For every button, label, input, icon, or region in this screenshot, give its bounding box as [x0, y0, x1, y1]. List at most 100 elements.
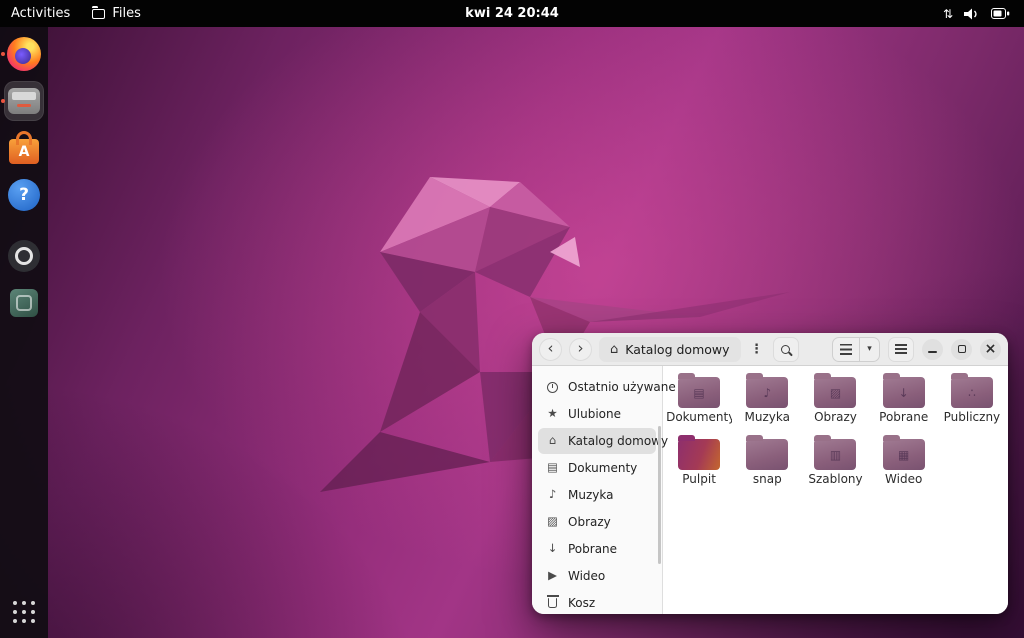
folder-label: Muzyka — [745, 411, 790, 424]
sidebar-item-label: Kosz — [568, 596, 595, 610]
back-button[interactable]: ‹ — [539, 338, 562, 361]
folder-label: snap — [753, 473, 782, 486]
appmenu-files[interactable]: Files — [81, 0, 152, 27]
star-icon: ★ — [546, 408, 559, 420]
view-toggle: ▾ — [832, 337, 880, 362]
folder-publiczny[interactable]: ∴ Publiczny — [939, 377, 1005, 432]
templates-emblem-icon: ▥ — [814, 439, 856, 470]
desktop: Activities Files kwi 24 20:44 ⇅ — [0, 0, 1024, 638]
sidebar-scrollbar[interactable] — [658, 426, 661, 564]
dock-item-utility[interactable] — [4, 283, 44, 323]
appmenu-label: Files — [112, 6, 141, 21]
downloads-icon: ↓ — [546, 543, 559, 555]
images-emblem-icon: ▨ — [814, 377, 856, 408]
sidebar-item-music[interactable]: ♪ Muzyka — [538, 482, 656, 508]
window-body: Ostatnio używane ★ Ulubione ⌂ Katalog do… — [532, 366, 1008, 614]
sidebar-item-recent[interactable]: Ostatnio używane — [538, 374, 656, 400]
sidebar: Ostatnio używane ★ Ulubione ⌂ Katalog do… — [532, 366, 663, 614]
location-options-button[interactable]: ⋮ — [748, 337, 766, 362]
folder-muzyka[interactable]: ♪ Muzyka — [734, 377, 800, 432]
folder-icon: ↓ — [883, 377, 925, 408]
dock-item-files[interactable] — [4, 81, 44, 121]
folder-icon: ▦ — [883, 439, 925, 470]
home-icon: ⌂ — [610, 343, 618, 356]
folder-icon — [678, 439, 720, 470]
list-view-icon — [840, 344, 852, 355]
forward-button[interactable]: › — [569, 338, 592, 361]
video-icon: ▶ — [546, 570, 559, 582]
sidebar-item-documents[interactable]: ▤ Dokumenty — [538, 455, 656, 481]
files-icon — [8, 88, 40, 114]
path-bar[interactable]: ⌂ Katalog domowy — [599, 337, 741, 362]
activities-button[interactable]: Activities — [0, 0, 81, 27]
sidebar-item-pictures[interactable]: ▨ Obrazy — [538, 509, 656, 535]
folder-szablony[interactable]: ▥ Szablony — [802, 439, 868, 494]
dock-item-disc-player[interactable] — [4, 236, 44, 276]
menu-button[interactable] — [888, 337, 914, 362]
sidebar-item-label: Ostatnio używane — [568, 380, 676, 394]
sidebar-item-starred[interactable]: ★ Ulubione — [538, 401, 656, 427]
running-indicator — [1, 99, 5, 103]
utility-app-icon — [10, 289, 38, 317]
share-emblem-icon: ∴ — [951, 377, 993, 408]
film-emblem-icon: ▦ — [883, 439, 925, 470]
view-options-dropdown[interactable]: ▾ — [860, 338, 879, 361]
network-icon: ⇅ — [943, 8, 953, 20]
minimize-icon — [928, 351, 937, 353]
music-emblem-icon: ♪ — [746, 377, 788, 408]
system-tray[interactable]: ⇅ — [935, 0, 1018, 27]
folder-label: Szablony — [808, 473, 862, 486]
sidebar-item-downloads[interactable]: ↓ Pobrane — [538, 536, 656, 562]
running-indicator — [1, 52, 5, 56]
music-icon: ♪ — [546, 489, 559, 501]
folder-icon — [746, 439, 788, 470]
folder-label: Wideo — [885, 473, 922, 486]
sidebar-item-videos[interactable]: ▶ Wideo — [538, 563, 656, 589]
folder-pobrane[interactable]: ↓ Pobrane — [871, 377, 937, 432]
current-location-label: Katalog domowy — [625, 342, 729, 357]
folder-snap[interactable]: snap — [734, 439, 800, 494]
close-button[interactable]: × — [980, 339, 1001, 360]
minimize-button[interactable] — [922, 339, 943, 360]
documents-emblem-icon: ▤ — [678, 377, 720, 408]
ubuntu-software-icon: A — [9, 139, 39, 164]
downloads-emblem-icon: ↓ — [883, 377, 925, 408]
volume-icon — [964, 8, 980, 20]
sidebar-item-label: Ulubione — [568, 407, 621, 421]
images-icon: ▨ — [546, 516, 559, 528]
folder-dokumenty[interactable]: ▤ Dokumenty — [666, 377, 732, 432]
dock: A ? — [0, 27, 48, 638]
list-view-button[interactable] — [833, 338, 860, 361]
show-applications-button[interactable] — [4, 592, 44, 632]
toolbar-right: ▾ × — [832, 337, 1001, 362]
folder-icon: ♪ — [746, 377, 788, 408]
sidebar-item-label: Wideo — [568, 569, 605, 583]
dock-item-firefox[interactable] — [4, 34, 44, 74]
trash-icon — [546, 598, 559, 608]
hamburger-icon — [895, 344, 907, 354]
sidebar-item-label: Katalog domowy — [568, 434, 668, 448]
folder-wideo[interactable]: ▦ Wideo — [871, 439, 937, 494]
folder-icon: ▤ — [678, 377, 720, 408]
sidebar-item-trash[interactable]: Kosz — [538, 590, 656, 614]
files-appmenu-icon — [92, 9, 105, 19]
folder-label: Publiczny — [944, 411, 1001, 424]
sidebar-item-label: Muzyka — [568, 488, 613, 502]
folder-icon: ▨ — [814, 377, 856, 408]
folder-icon: ∴ — [951, 377, 993, 408]
dock-item-ubuntu-software[interactable]: A — [4, 128, 44, 168]
files-window: ‹ › ⌂ Katalog domowy ⋮ ▾ — [532, 333, 1008, 614]
sidebar-item-label: Obrazy — [568, 515, 611, 529]
sidebar-item-home[interactable]: ⌂ Katalog domowy — [538, 428, 656, 454]
folder-obrazy[interactable]: ▨ Obrazy — [802, 377, 868, 432]
search-button[interactable] — [773, 337, 799, 362]
header-bar[interactable]: ‹ › ⌂ Katalog domowy ⋮ ▾ — [532, 333, 1008, 366]
firefox-icon — [7, 37, 41, 71]
dock-item-help[interactable]: ? — [4, 175, 44, 215]
clock-icon — [546, 382, 559, 393]
clock[interactable]: kwi 24 20:44 — [465, 6, 559, 21]
top-bar: Activities Files kwi 24 20:44 ⇅ — [0, 0, 1024, 27]
folder-label: Dokumenty — [666, 411, 732, 424]
maximize-button[interactable] — [951, 339, 972, 360]
folder-pulpit[interactable]: Pulpit — [666, 439, 732, 494]
